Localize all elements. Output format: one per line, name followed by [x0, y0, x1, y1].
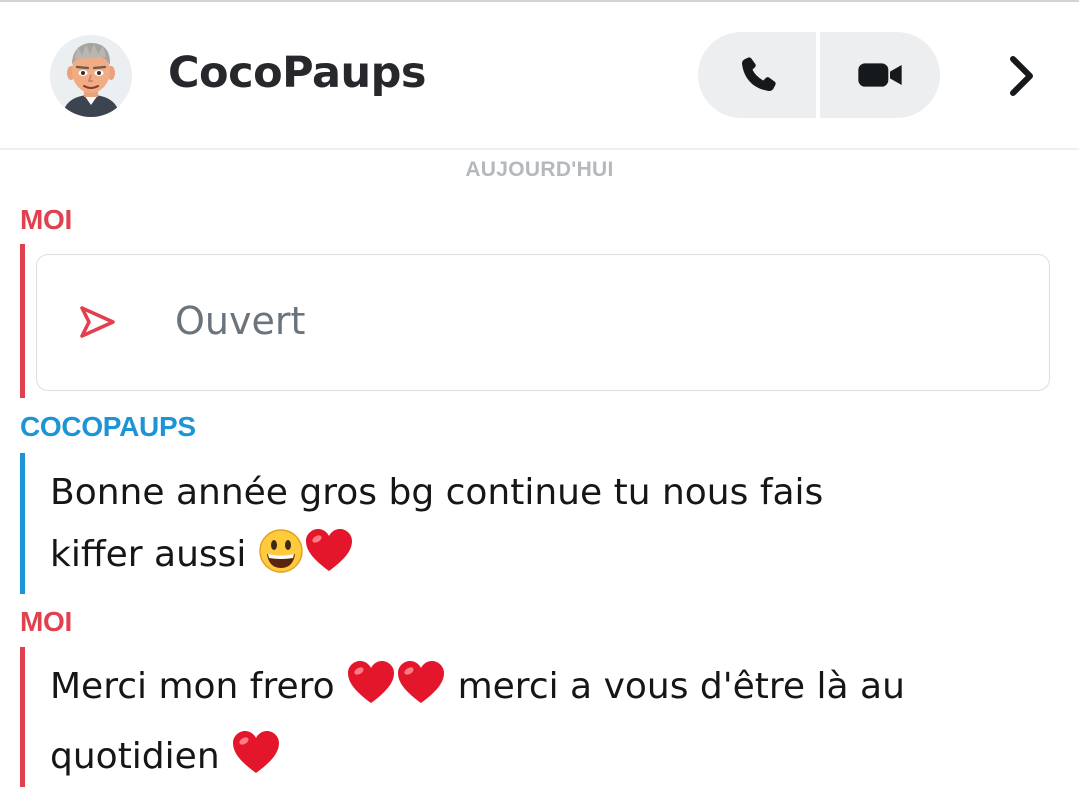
chat-header: CocoPaups: [0, 2, 1079, 150]
heart-emoji: [396, 660, 446, 726]
sender-label-me: MOI: [20, 204, 72, 235]
sender-label-friend: COCOPAUPS: [20, 411, 196, 442]
text-message[interactable]: Bonne année gros bg continue tu nous fai…: [50, 462, 1050, 594]
chevron-right-icon: [1010, 56, 1033, 96]
sent-arrow-outline-icon: [80, 306, 115, 338]
date-separator: AUJOURD'HUI: [465, 158, 614, 181]
avatar[interactable]: [50, 35, 132, 117]
message-accent-bar-friend: [20, 453, 25, 594]
snap-status: Ouvert: [175, 299, 306, 343]
message-accent-bar-me: [20, 244, 25, 398]
sender-label-me: MOI: [20, 606, 72, 637]
message-line: Merci mon frero merci a vous d'être là a…: [50, 656, 1050, 726]
text-message[interactable]: Merci mon frero merci a vous d'être là a…: [50, 656, 1050, 796]
message-text: quotidien: [50, 736, 220, 777]
heart-emoji: [231, 730, 281, 796]
video-camera-icon: [858, 63, 902, 87]
contact-name[interactable]: CocoPaups: [168, 48, 427, 98]
message-text: Merci mon frero: [50, 666, 335, 707]
grinning-face-emoji: [258, 528, 304, 594]
video-call-button[interactable]: [820, 32, 940, 118]
message-line: quotidien: [50, 726, 1050, 796]
message-line: kiffer aussi: [50, 524, 1050, 594]
call-controls: [698, 32, 940, 118]
voice-call-button[interactable]: [698, 32, 818, 118]
bitmoji-avatar-icon: [50, 35, 132, 117]
phone-icon: [741, 57, 776, 92]
chevron-right-button[interactable]: [996, 50, 1046, 102]
message-accent-bar-me: [20, 647, 25, 787]
message-line: Bonne année gros bg continue tu nous fai…: [50, 472, 824, 513]
heart-emoji: [304, 528, 354, 594]
message-text: kiffer aussi: [50, 534, 247, 575]
message-text: merci a vous d'être là au: [457, 666, 905, 707]
snap-message[interactable]: Ouvert: [36, 254, 1050, 391]
heart-emoji: [346, 660, 396, 726]
